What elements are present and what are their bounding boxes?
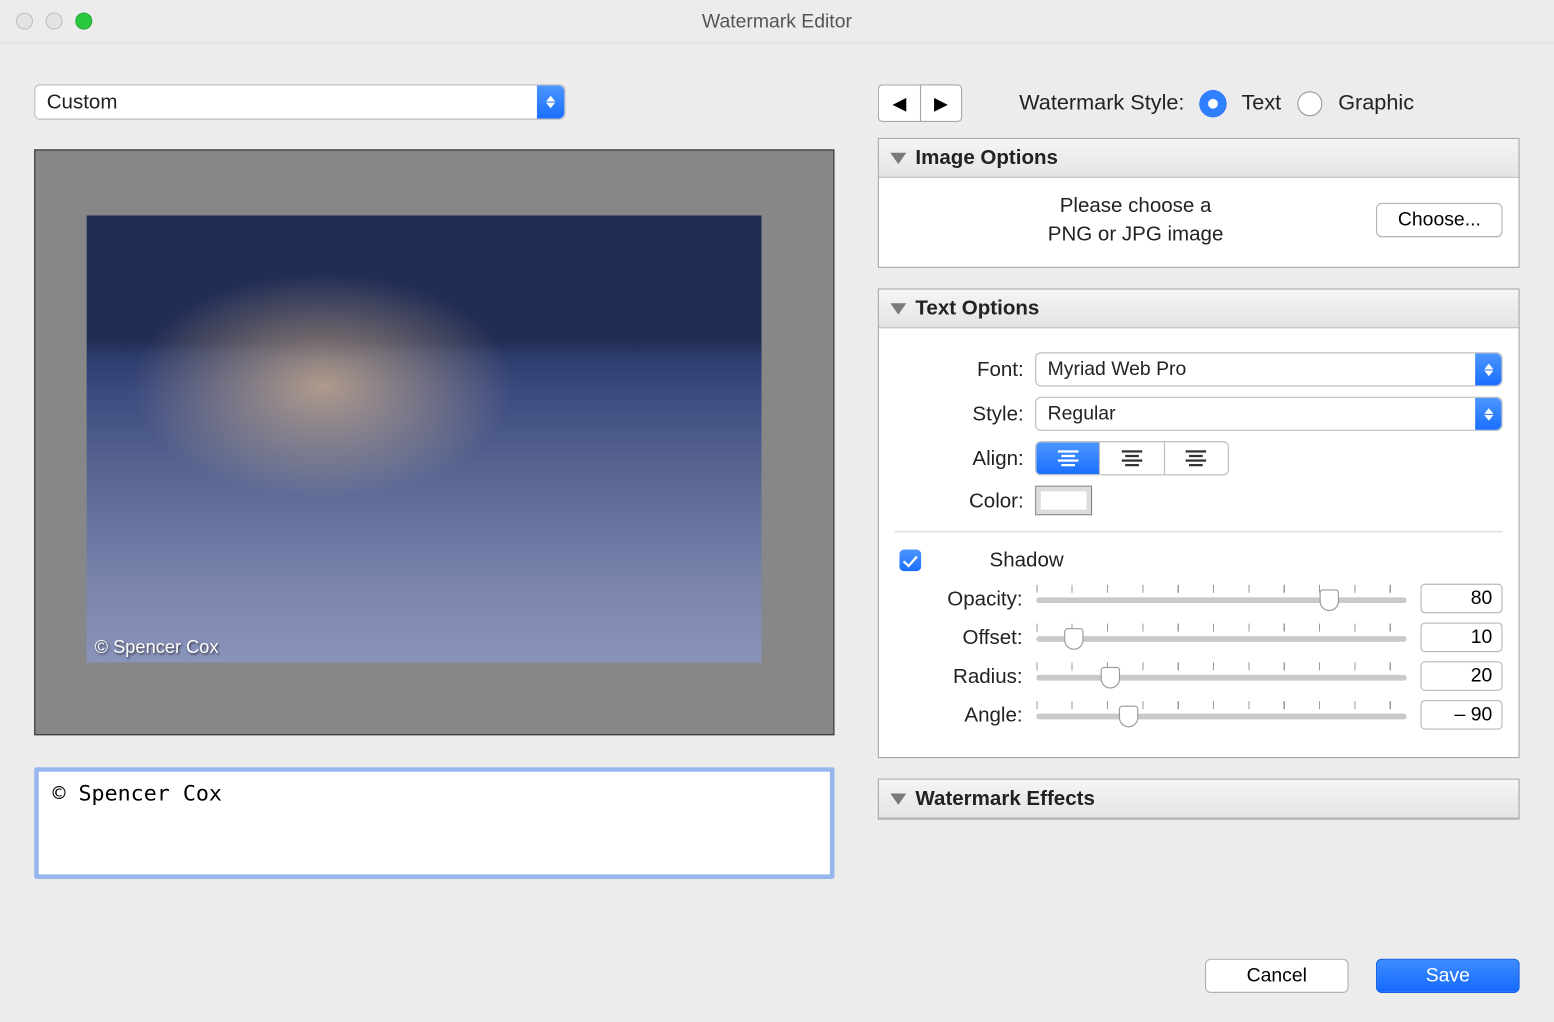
next-image-button[interactable]: ▶ [920, 84, 962, 122]
triangle-right-icon: ▶ [934, 92, 948, 115]
zoom-window-button[interactable] [75, 13, 92, 30]
triangle-left-icon: ◀ [892, 92, 906, 115]
image-options-header[interactable]: Image Options [879, 139, 1519, 178]
divider [895, 532, 1503, 533]
disclosure-down-icon [890, 793, 906, 804]
watermark-effects-header[interactable]: Watermark Effects [879, 780, 1519, 819]
prev-image-button[interactable]: ◀ [878, 84, 920, 122]
angle-input[interactable] [1420, 700, 1502, 730]
color-label: Color: [895, 489, 1035, 513]
cancel-button[interactable]: Cancel [1205, 959, 1349, 993]
align-right-button[interactable] [1165, 443, 1228, 475]
opacity-label: Opacity: [895, 587, 1023, 611]
offset-input[interactable] [1420, 623, 1502, 653]
watermark-effects-title: Watermark Effects [915, 787, 1094, 811]
image-options-title: Image Options [915, 146, 1058, 170]
watermark-effects-panel: Watermark Effects [878, 779, 1520, 820]
color-well[interactable] [1035, 486, 1092, 516]
preview-image [87, 215, 762, 662]
radius-input[interactable] [1420, 662, 1502, 692]
preview-area: © Spencer Cox [34, 149, 834, 735]
image-options-panel: Image Options Please choose a PNG or JPG… [878, 138, 1520, 268]
align-label: Align: [895, 447, 1035, 471]
radius-label: Radius: [895, 664, 1023, 688]
shadow-checkbox[interactable] [899, 550, 921, 572]
font-dropdown[interactable]: Myriad Web Pro [1035, 353, 1502, 387]
align-center-button[interactable] [1100, 443, 1164, 475]
minimize-window-button[interactable] [46, 13, 63, 30]
text-options-panel: Text Options Font: Myriad Web Pro Style:… [878, 289, 1520, 759]
disclosure-down-icon [890, 152, 906, 163]
font-value: Myriad Web Pro [1048, 358, 1187, 381]
shadow-label: Shadow [990, 549, 1064, 573]
chevron-updown-icon [537, 86, 564, 119]
save-button[interactable]: Save [1376, 959, 1520, 993]
font-style-value: Regular [1048, 403, 1116, 426]
watermark-text-input[interactable] [34, 767, 834, 879]
font-style-label: Style: [895, 402, 1035, 426]
preset-value: Custom [47, 90, 118, 114]
titlebar: Watermark Editor [0, 0, 1554, 43]
text-options-header[interactable]: Text Options [879, 290, 1519, 329]
align-left-button[interactable] [1036, 443, 1100, 475]
offset-slider[interactable] [1036, 624, 1407, 651]
angle-slider[interactable] [1036, 702, 1407, 729]
close-window-button[interactable] [16, 13, 33, 30]
disclosure-down-icon [890, 303, 906, 314]
choose-image-button[interactable]: Choose... [1376, 203, 1502, 237]
angle-label: Angle: [895, 703, 1023, 727]
window-title: Watermark Editor [0, 10, 1554, 33]
radius-slider[interactable] [1036, 663, 1407, 690]
align-segment [1035, 442, 1229, 476]
style-graphic-label: Graphic [1338, 91, 1414, 116]
style-text-radio[interactable] [1200, 91, 1225, 116]
watermark-style-label: Watermark Style: [1019, 91, 1184, 116]
choose-image-hint: Please choose a PNG or JPG image [895, 192, 1376, 249]
offset-label: Offset: [895, 626, 1023, 650]
opacity-input[interactable] [1420, 584, 1502, 614]
opacity-slider[interactable] [1036, 585, 1407, 612]
preset-dropdown[interactable]: Custom [34, 84, 565, 119]
style-text-label: Text [1241, 91, 1281, 116]
text-options-title: Text Options [915, 297, 1039, 321]
chevron-updown-icon [1475, 354, 1501, 386]
font-label: Font: [895, 358, 1035, 382]
chevron-updown-icon [1475, 398, 1501, 430]
font-style-dropdown[interactable]: Regular [1035, 397, 1502, 431]
preview-watermark-text: © Spencer Cox [95, 638, 219, 659]
style-graphic-radio[interactable] [1297, 91, 1322, 116]
